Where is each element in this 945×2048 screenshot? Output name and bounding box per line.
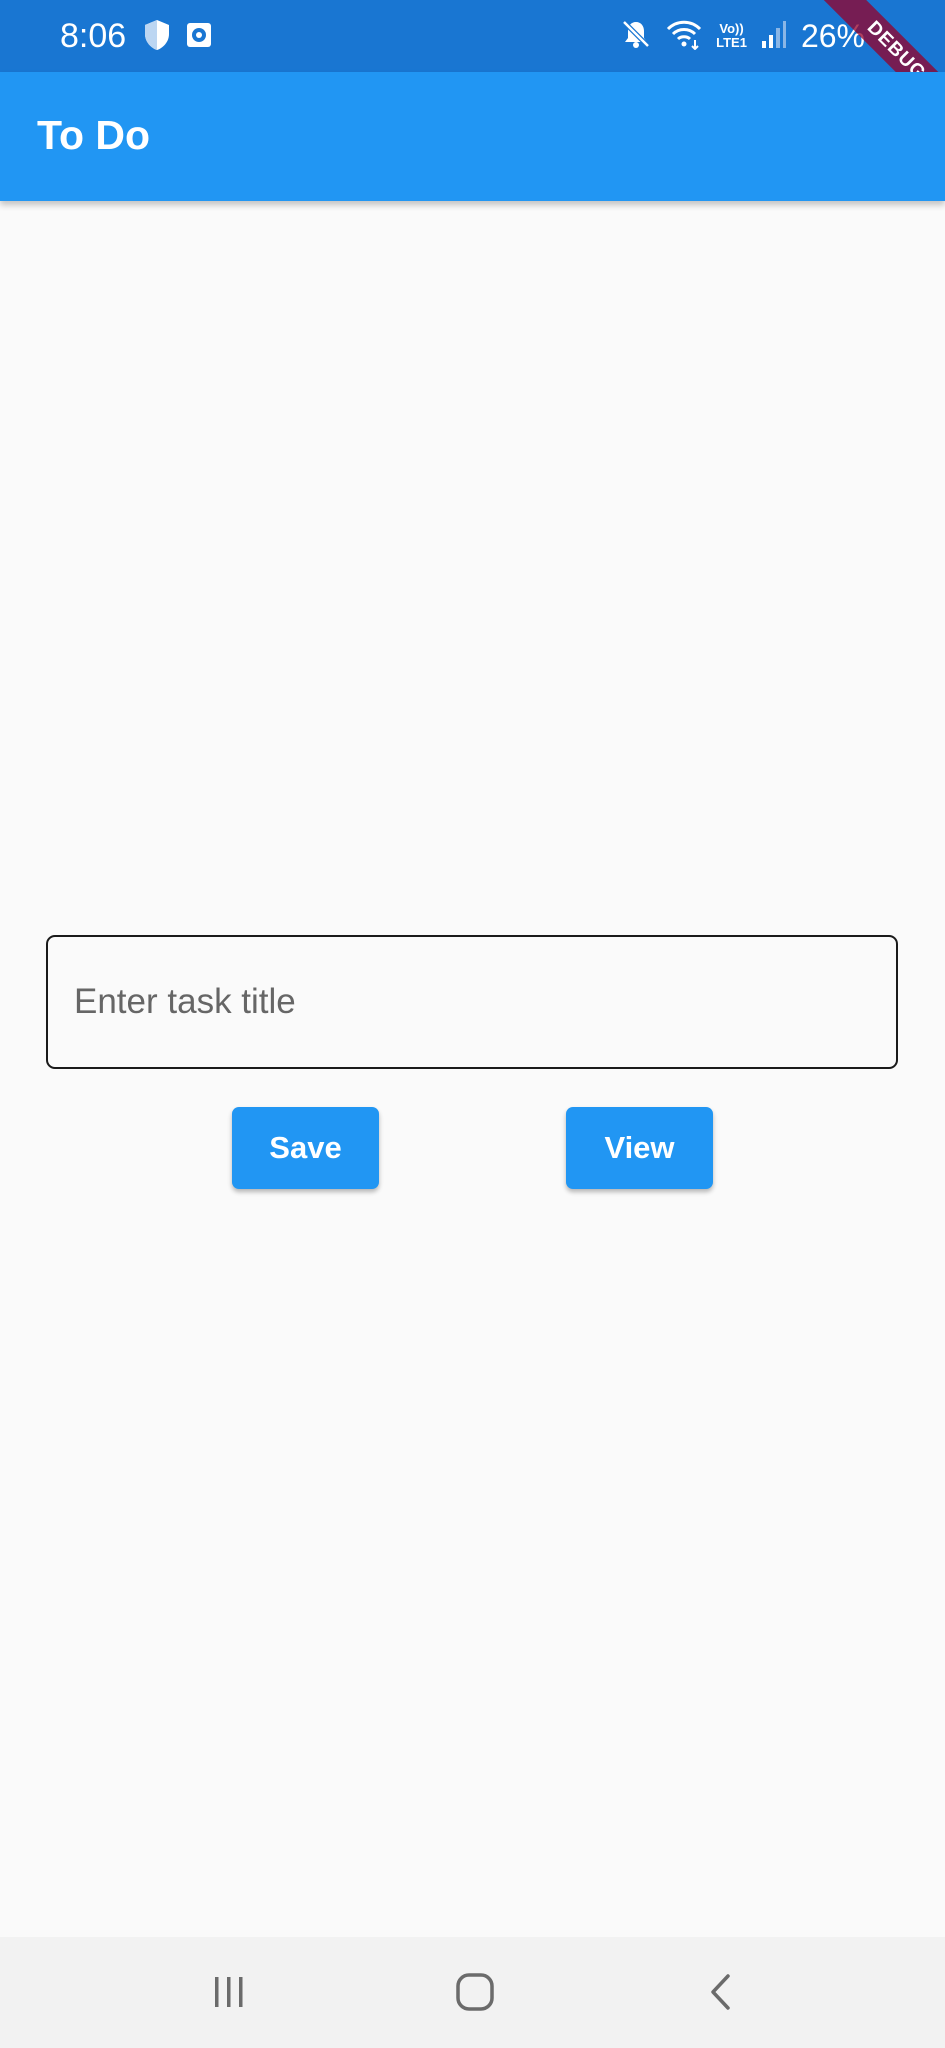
status-time: 8:06 <box>60 17 127 55</box>
status-bar: 8:06 Vo)) LTE1 26% <box>0 0 945 72</box>
back-button[interactable] <box>681 1957 761 2027</box>
recents-button[interactable] <box>189 1957 269 2027</box>
task-title-field <box>46 935 898 1069</box>
screenshot-icon <box>184 18 214 52</box>
app-bar: To Do <box>0 72 945 201</box>
home-icon <box>456 1973 494 2011</box>
battery-percent: 26% <box>800 18 865 54</box>
lte-icon: Vo)) LTE1 <box>716 22 747 50</box>
lte-label-top: Vo)) <box>719 21 744 36</box>
status-icons: Vo)) LTE1 26% <box>620 0 865 72</box>
page-title: To Do <box>37 112 151 158</box>
signal-icon <box>761 19 787 54</box>
home-button[interactable] <box>435 1957 515 2027</box>
recents-icon <box>215 1977 243 2007</box>
task-title-input[interactable] <box>48 937 896 1067</box>
mute-icon <box>620 18 652 55</box>
back-icon <box>711 1974 730 2010</box>
save-button[interactable]: Save <box>232 1107 379 1189</box>
shield-icon <box>142 18 172 52</box>
wifi-icon <box>666 18 702 55</box>
lte-label-bottom: LTE1 <box>716 35 747 50</box>
view-button[interactable]: View <box>566 1107 713 1189</box>
system-nav-bar <box>0 1937 945 2048</box>
